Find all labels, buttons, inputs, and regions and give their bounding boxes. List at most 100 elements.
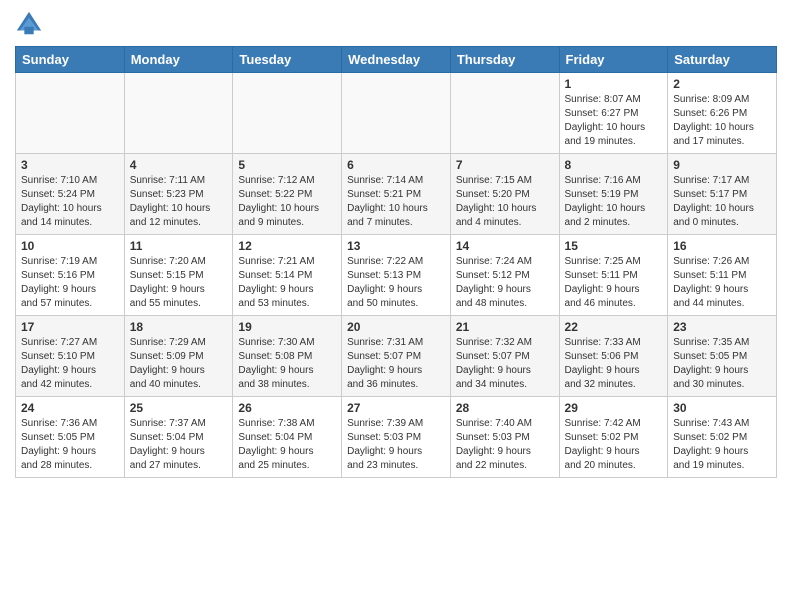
cell-info: Sunrise: 7:29 AM Sunset: 5:09 PM Dayligh… bbox=[130, 336, 228, 392]
day-number: 22 bbox=[565, 320, 663, 334]
calendar-cell: 22 Sunrise: 7:33 AM Sunset: 5:06 PM Dayli… bbox=[559, 316, 668, 397]
week-row-5: 24 Sunrise: 7:36 AM Sunset: 5:05 PM Dayli… bbox=[16, 397, 777, 478]
calendar-cell: 9 Sunrise: 7:17 AM Sunset: 5:17 PM Daylig… bbox=[668, 154, 777, 235]
cell-info: Sunrise: 8:09 AM Sunset: 6:26 PM Dayligh… bbox=[673, 93, 771, 149]
cell-info: Sunrise: 7:20 AM Sunset: 5:15 PM Dayligh… bbox=[130, 255, 228, 311]
day-number: 17 bbox=[21, 320, 119, 334]
cell-info: Sunrise: 7:43 AM Sunset: 5:02 PM Dayligh… bbox=[673, 417, 771, 473]
cell-info: Sunrise: 7:25 AM Sunset: 5:11 PM Dayligh… bbox=[565, 255, 663, 311]
day-number: 13 bbox=[347, 239, 445, 253]
calendar-cell: 2 Sunrise: 8:09 AM Sunset: 6:26 PM Daylig… bbox=[668, 73, 777, 154]
cell-info: Sunrise: 7:27 AM Sunset: 5:10 PM Dayligh… bbox=[21, 336, 119, 392]
cell-info: Sunrise: 7:33 AM Sunset: 5:06 PM Dayligh… bbox=[565, 336, 663, 392]
day-number: 18 bbox=[130, 320, 228, 334]
cell-info: Sunrise: 8:07 AM Sunset: 6:27 PM Dayligh… bbox=[565, 93, 663, 149]
day-number: 4 bbox=[130, 158, 228, 172]
calendar-cell: 6Sunrise: 7:14 AM Sunset: 5:21 PM Daylig… bbox=[342, 154, 451, 235]
cell-info: Sunrise: 7:21 AM Sunset: 5:14 PM Dayligh… bbox=[238, 255, 336, 311]
day-number: 24 bbox=[21, 401, 119, 415]
calendar-cell bbox=[450, 73, 559, 154]
calendar-cell: 10 Sunrise: 7:19 AM Sunset: 5:16 PM Dayli… bbox=[16, 235, 125, 316]
cell-info: Sunrise: 7:38 AM Sunset: 5:04 PM Dayligh… bbox=[238, 417, 336, 473]
calendar-cell: 28 Sunrise: 7:40 AM Sunset: 5:03 PM Dayli… bbox=[450, 397, 559, 478]
calendar-cell: 1 Sunrise: 8:07 AM Sunset: 6:27 PM Daylig… bbox=[559, 73, 668, 154]
calendar-cell bbox=[342, 73, 451, 154]
cell-info: Sunrise: 7:17 AM Sunset: 5:17 PM Dayligh… bbox=[673, 174, 771, 230]
header-cell-tuesday: Tuesday bbox=[233, 47, 342, 73]
cell-info: Sunrise: 7:42 AM Sunset: 5:02 PM Dayligh… bbox=[565, 417, 663, 473]
cell-info: Sunrise: 7:16 AM Sunset: 5:19 PM Dayligh… bbox=[565, 174, 663, 230]
calendar-cell: 11 Sunrise: 7:20 AM Sunset: 5:15 PM Dayli… bbox=[124, 235, 233, 316]
day-number: 25 bbox=[130, 401, 228, 415]
cell-info: Sunrise: 7:14 AM Sunset: 5:21 PM Dayligh… bbox=[347, 174, 445, 230]
day-number: 15 bbox=[565, 239, 663, 253]
day-number: 11 bbox=[130, 239, 228, 253]
day-number: 3 bbox=[21, 158, 119, 172]
logo-icon bbox=[15, 10, 43, 38]
day-number: 20 bbox=[347, 320, 445, 334]
day-number: 2 bbox=[673, 77, 771, 91]
cell-info: Sunrise: 7:19 AM Sunset: 5:16 PM Dayligh… bbox=[21, 255, 119, 311]
header-cell-saturday: Saturday bbox=[668, 47, 777, 73]
day-number: 12 bbox=[238, 239, 336, 253]
header-row: SundayMondayTuesdayWednesdayThursdayFrid… bbox=[16, 47, 777, 73]
cell-info: Sunrise: 7:26 AM Sunset: 5:11 PM Dayligh… bbox=[673, 255, 771, 311]
day-number: 5 bbox=[238, 158, 336, 172]
cell-info: Sunrise: 7:11 AM Sunset: 5:23 PM Dayligh… bbox=[130, 174, 228, 230]
cell-info: Sunrise: 7:35 AM Sunset: 5:05 PM Dayligh… bbox=[673, 336, 771, 392]
day-number: 28 bbox=[456, 401, 554, 415]
cell-info: Sunrise: 7:36 AM Sunset: 5:05 PM Dayligh… bbox=[21, 417, 119, 473]
calendar-cell: 30 Sunrise: 7:43 AM Sunset: 5:02 PM Dayli… bbox=[668, 397, 777, 478]
day-number: 30 bbox=[673, 401, 771, 415]
calendar-cell: 14 Sunrise: 7:24 AM Sunset: 5:12 PM Dayli… bbox=[450, 235, 559, 316]
calendar-header: SundayMondayTuesdayWednesdayThursdayFrid… bbox=[16, 47, 777, 73]
day-number: 29 bbox=[565, 401, 663, 415]
calendar-cell: 24 Sunrise: 7:36 AM Sunset: 5:05 PM Dayli… bbox=[16, 397, 125, 478]
calendar-cell: 18 Sunrise: 7:29 AM Sunset: 5:09 PM Dayli… bbox=[124, 316, 233, 397]
day-number: 8 bbox=[565, 158, 663, 172]
header-cell-friday: Friday bbox=[559, 47, 668, 73]
cell-info: Sunrise: 7:40 AM Sunset: 5:03 PM Dayligh… bbox=[456, 417, 554, 473]
calendar-cell: 20 Sunrise: 7:31 AM Sunset: 5:07 PM Dayli… bbox=[342, 316, 451, 397]
calendar-cell: 13 Sunrise: 7:22 AM Sunset: 5:13 PM Dayli… bbox=[342, 235, 451, 316]
cell-info: Sunrise: 7:15 AM Sunset: 5:20 PM Dayligh… bbox=[456, 174, 554, 230]
calendar-cell: 8 Sunrise: 7:16 AM Sunset: 5:19 PM Daylig… bbox=[559, 154, 668, 235]
logo bbox=[15, 10, 47, 38]
calendar-cell: 23 Sunrise: 7:35 AM Sunset: 5:05 PM Dayli… bbox=[668, 316, 777, 397]
week-row-2: 3Sunrise: 7:10 AM Sunset: 5:24 PM Daylig… bbox=[16, 154, 777, 235]
cell-info: Sunrise: 7:22 AM Sunset: 5:13 PM Dayligh… bbox=[347, 255, 445, 311]
calendar-cell: 29 Sunrise: 7:42 AM Sunset: 5:02 PM Dayli… bbox=[559, 397, 668, 478]
day-number: 10 bbox=[21, 239, 119, 253]
calendar-cell: 19Sunrise: 7:30 AM Sunset: 5:08 PM Dayli… bbox=[233, 316, 342, 397]
header-cell-monday: Monday bbox=[124, 47, 233, 73]
header-cell-sunday: Sunday bbox=[16, 47, 125, 73]
calendar-cell: 21 Sunrise: 7:32 AM Sunset: 5:07 PM Dayli… bbox=[450, 316, 559, 397]
calendar-cell: 25Sunrise: 7:37 AM Sunset: 5:04 PM Dayli… bbox=[124, 397, 233, 478]
day-number: 23 bbox=[673, 320, 771, 334]
day-number: 14 bbox=[456, 239, 554, 253]
day-number: 16 bbox=[673, 239, 771, 253]
cell-info: Sunrise: 7:32 AM Sunset: 5:07 PM Dayligh… bbox=[456, 336, 554, 392]
calendar-cell: 17 Sunrise: 7:27 AM Sunset: 5:10 PM Dayli… bbox=[16, 316, 125, 397]
cell-info: Sunrise: 7:31 AM Sunset: 5:07 PM Dayligh… bbox=[347, 336, 445, 392]
calendar-cell: 7 Sunrise: 7:15 AM Sunset: 5:20 PM Daylig… bbox=[450, 154, 559, 235]
calendar-cell bbox=[124, 73, 233, 154]
header-cell-wednesday: Wednesday bbox=[342, 47, 451, 73]
cell-info: Sunrise: 7:30 AM Sunset: 5:08 PM Dayligh… bbox=[238, 336, 336, 392]
day-number: 9 bbox=[673, 158, 771, 172]
calendar-cell: 16 Sunrise: 7:26 AM Sunset: 5:11 PM Dayli… bbox=[668, 235, 777, 316]
calendar-cell: 15 Sunrise: 7:25 AM Sunset: 5:11 PM Dayli… bbox=[559, 235, 668, 316]
calendar-cell: 26Sunrise: 7:38 AM Sunset: 5:04 PM Dayli… bbox=[233, 397, 342, 478]
day-number: 7 bbox=[456, 158, 554, 172]
week-row-1: 1 Sunrise: 8:07 AM Sunset: 6:27 PM Daylig… bbox=[16, 73, 777, 154]
week-row-4: 17 Sunrise: 7:27 AM Sunset: 5:10 PM Dayli… bbox=[16, 316, 777, 397]
calendar-body: 1 Sunrise: 8:07 AM Sunset: 6:27 PM Daylig… bbox=[16, 73, 777, 478]
calendar-cell: 5Sunrise: 7:12 AM Sunset: 5:22 PM Daylig… bbox=[233, 154, 342, 235]
cell-info: Sunrise: 7:39 AM Sunset: 5:03 PM Dayligh… bbox=[347, 417, 445, 473]
day-number: 21 bbox=[456, 320, 554, 334]
day-number: 1 bbox=[565, 77, 663, 91]
calendar-table: SundayMondayTuesdayWednesdayThursdayFrid… bbox=[15, 46, 777, 478]
page-header bbox=[15, 10, 777, 38]
week-row-3: 10 Sunrise: 7:19 AM Sunset: 5:16 PM Dayli… bbox=[16, 235, 777, 316]
cell-info: Sunrise: 7:24 AM Sunset: 5:12 PM Dayligh… bbox=[456, 255, 554, 311]
